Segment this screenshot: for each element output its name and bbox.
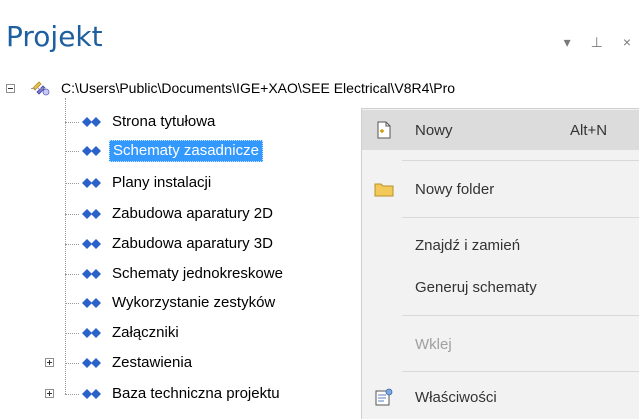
tree-item-label: Schematy jednokreskowe <box>112 265 283 282</box>
tree-item-zestawienia[interactable]: Zestawienia <box>45 352 195 374</box>
tree-item-label: Zabudowa aparatury 2D <box>112 205 273 222</box>
folder-diamond-icon <box>82 269 101 279</box>
menu-item-label: Znajdź i zamień <box>415 236 521 254</box>
folder-diamond-icon <box>82 328 101 338</box>
tree-item-baza-techniczna[interactable]: Baza techniczna projektu <box>45 383 283 405</box>
tree-item-strona-tytulowa[interactable]: Strona tytułowa <box>65 111 218 133</box>
tree-item-schematy-zasadnicze[interactable]: Schematy zasadnicze <box>65 140 263 162</box>
folder-diamond-icon <box>82 298 101 308</box>
menu-item-shortcut: Alt+N <box>570 121 608 139</box>
folder-diamond-icon <box>82 209 101 219</box>
folder-diamond-icon <box>82 389 101 399</box>
menu-item-new-folder[interactable]: Nowy folder <box>362 169 639 209</box>
expand-icon[interactable] <box>45 358 54 367</box>
tree-item-label: Zabudowa aparatury 3D <box>112 235 273 252</box>
new-document-icon <box>377 121 391 139</box>
menu-separator <box>402 160 639 161</box>
tree-root-path: C:\Users\Public\Documents\IGE+XAO\SEE El… <box>61 80 456 96</box>
tree-item-label: Plany instalacji <box>112 174 212 191</box>
tree-item-label: Schematy zasadnicze <box>109 140 263 162</box>
menu-item-properties[interactable]: Właściwości <box>362 377 639 417</box>
tree-item-schematy-jednokreskowe[interactable]: Schematy jednokreskowe <box>65 263 286 285</box>
menu-separator <box>402 217 639 218</box>
folder-diamond-icon <box>82 178 101 188</box>
context-menu: Nowy Alt+N Nowy folder Znajdź i zamień G… <box>361 108 639 419</box>
folder-diamond-icon <box>82 358 101 368</box>
folder-diamond-icon <box>82 239 101 249</box>
menu-item-label: Nowy folder <box>415 180 495 198</box>
folder-icon <box>374 183 394 197</box>
tree-item-plany-instalacji[interactable]: Plany instalacji <box>65 172 214 194</box>
tree-item-label: Baza techniczna projektu <box>112 385 280 402</box>
tree-connector <box>31 88 45 89</box>
tree-item-zabudowa-2d[interactable]: Zabudowa aparatury 2D <box>65 203 276 225</box>
folder-diamond-icon <box>82 117 101 127</box>
menu-separator <box>402 315 639 316</box>
menu-item-new[interactable]: Nowy Alt+N <box>362 110 639 150</box>
tree-item-wykorzystanie-zestykow[interactable]: Wykorzystanie zestyków <box>65 292 278 314</box>
tree-root[interactable]: C:\Users\Public\Documents\IGE+XAO\SEE El… <box>6 78 455 98</box>
properties-icon <box>375 388 393 406</box>
expand-icon[interactable] <box>45 389 54 398</box>
menu-item-generate-schematics[interactable]: Generuj schematy <box>362 267 639 307</box>
menu-item-label: Właściwości <box>415 388 497 406</box>
folder-diamond-icon <box>82 146 101 156</box>
menu-item-label: Generuj schematy <box>415 278 537 296</box>
menu-item-label: Wklej <box>415 335 452 353</box>
menu-separator <box>402 371 639 372</box>
tree-item-label: Zestawienia <box>112 354 193 371</box>
tree-item-zabudowa-3d[interactable]: Zabudowa aparatury 3D <box>65 233 276 255</box>
tree-item-label: Strona tytułowa <box>112 113 216 130</box>
menu-item-paste[interactable]: Wklej <box>362 324 639 364</box>
menu-item-label: Nowy <box>415 121 453 139</box>
tree-item-zalaczniki[interactable]: Załączniki <box>65 322 182 344</box>
collapse-icon[interactable] <box>6 83 15 93</box>
menu-item-find-replace[interactable]: Znajdź i zamień <box>362 225 639 265</box>
tree-item-label: Wykorzystanie zestyków <box>112 294 276 311</box>
tree-item-label: Załączniki <box>112 324 179 341</box>
